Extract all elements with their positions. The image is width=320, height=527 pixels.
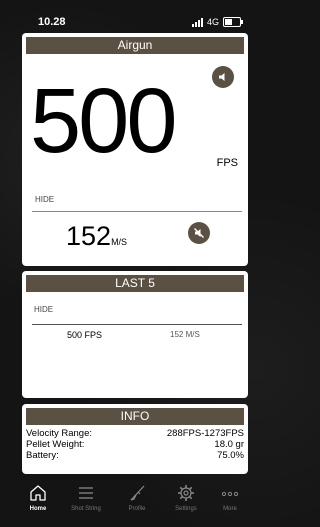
info-card: INFO Velocity Range: 288FPS-1273FPS Pell… <box>22 404 248 474</box>
info-value: 75.0% <box>217 450 244 461</box>
status-indicators: 4G <box>191 17 243 27</box>
velocity-ms-value: 152 <box>66 221 112 251</box>
last5-header: LAST 5 <box>26 275 244 292</box>
info-value: 288FPS-1273FPS <box>166 428 244 439</box>
rifle-icon <box>130 485 145 501</box>
info-label: Velocity Range: <box>26 428 93 439</box>
info-value: 18.0 gr <box>214 439 244 450</box>
info-row-pellet-weight: Pellet Weight: 18.0 gr <box>26 439 244 450</box>
tab-label: Shot String <box>71 506 101 512</box>
status-bar: 10.28 4G <box>0 0 259 32</box>
battery-icon <box>223 17 243 27</box>
tab-home[interactable]: Home <box>12 478 64 527</box>
info-row-velocity-range: Velocity Range: 288FPS-1273FPS <box>26 428 244 439</box>
shot-ms: 152 M/S <box>170 330 200 339</box>
tab-label: More <box>223 506 237 512</box>
info-table: Velocity Range: 288FPS-1273FPS Pellet We… <box>26 428 244 461</box>
info-label: Battery: <box>26 450 59 461</box>
signal-icon <box>191 17 203 27</box>
divider <box>32 211 242 212</box>
list-icon <box>79 487 93 499</box>
ms-unit-label: M/S <box>111 237 128 247</box>
fps-unit-label: FPS <box>216 157 238 169</box>
divider <box>32 324 242 325</box>
mute-toggle-button[interactable] <box>188 222 210 244</box>
airgun-card: Airgun 500 FPS HIDE 152M/S <box>22 33 248 266</box>
shot-row: 500 FPS 152 M/S <box>22 330 248 342</box>
tab-label: Profile <box>128 506 146 512</box>
network-label: 4G <box>206 17 219 27</box>
airgun-header: Airgun <box>26 37 244 54</box>
tab-label: Home <box>29 506 47 512</box>
tab-bar: Home Shot String Profile Settings More <box>0 478 259 527</box>
status-time: 10.28 <box>38 16 66 28</box>
hide-link[interactable]: HIDE <box>35 195 54 204</box>
velocity-ms-readout: 152M/S <box>66 223 127 256</box>
info-row-battery: Battery: 75.0% <box>26 450 244 461</box>
shot-fps: 500 FPS <box>67 330 103 340</box>
last5-card: LAST 5 HIDE 500 FPS 152 M/S <box>22 271 248 398</box>
info-label: Pellet Weight: <box>26 439 85 450</box>
mute-icon <box>194 228 204 238</box>
hide-link[interactable]: HIDE <box>34 305 53 314</box>
more-icon <box>221 491 239 497</box>
sound-toggle-button[interactable] <box>212 66 234 88</box>
tab-profile[interactable]: Profile <box>111 478 163 527</box>
tab-shot-string[interactable]: Shot String <box>60 478 112 527</box>
home-icon <box>30 485 46 501</box>
velocity-fps-value: 500 <box>30 70 177 172</box>
gear-icon <box>178 485 194 501</box>
tab-more[interactable]: More <box>204 478 256 527</box>
info-header: INFO <box>26 408 244 425</box>
speaker-icon <box>219 73 225 81</box>
